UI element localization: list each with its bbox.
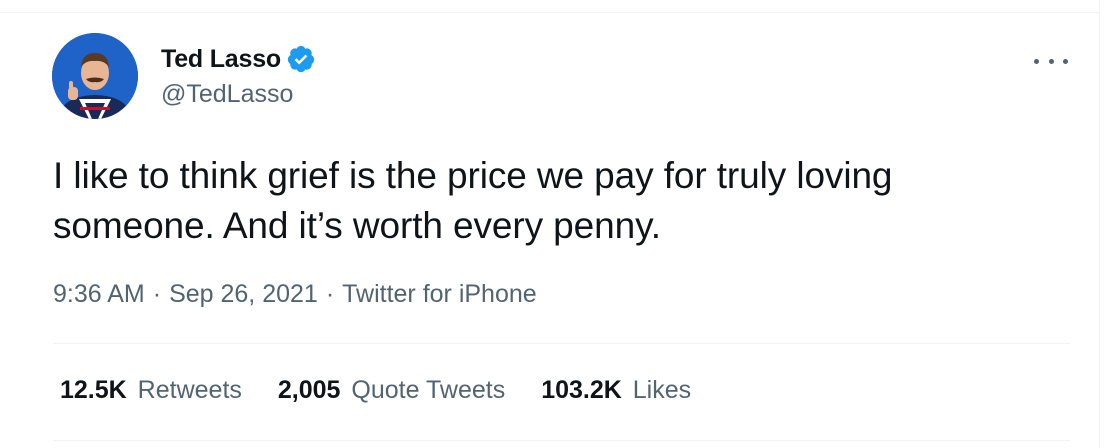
likes-count: 103.2K: [541, 376, 622, 404]
tweet-card: Ted Lasso @TedLasso I like to think grie…: [0, 0, 1118, 448]
more-dot: [1048, 58, 1054, 64]
tweet-meta: 9:36 AM · Sep 26, 2021 · Twitter for iPh…: [53, 280, 537, 309]
avatar-image: [52, 33, 138, 119]
top-divider: [0, 12, 1100, 13]
verified-badge-icon: [286, 44, 316, 74]
stats-top-divider: [53, 343, 1070, 344]
tweet-time[interactable]: 9:36 AM: [53, 280, 145, 309]
likes-label: Likes: [632, 376, 692, 404]
tweet-text: I like to think grief is the price we pa…: [53, 155, 893, 246]
stats-bottom-divider: [53, 440, 1070, 441]
profile-avatar[interactable]: [52, 33, 138, 119]
retweets-stat[interactable]: 12.5K Retweets: [60, 376, 242, 405]
more-dot: [1034, 58, 1039, 64]
meta-separator: ·: [325, 280, 335, 308]
author-name-row[interactable]: Ted Lasso: [161, 42, 316, 76]
tweet-stats: 12.5K Retweets 2,005 Quote Tweets 103.2K…: [60, 376, 727, 405]
right-border: [1099, 0, 1100, 448]
more-dot: [1063, 58, 1068, 64]
tweet-date[interactable]: Sep 26, 2021: [169, 280, 318, 309]
likes-stat[interactable]: 103.2K Likes: [541, 376, 691, 405]
retweets-label: Retweets: [137, 376, 242, 404]
meta-separator: ·: [152, 280, 162, 308]
author-handle[interactable]: @TedLasso: [161, 80, 293, 109]
author-display-name[interactable]: Ted Lasso: [161, 45, 281, 74]
tweet-source[interactable]: Twitter for iPhone: [342, 280, 537, 309]
more-options-icon[interactable]: [1034, 55, 1068, 67]
retweets-count: 12.5K: [60, 376, 127, 404]
quote-tweets-label: Quote Tweets: [351, 376, 506, 404]
quote-tweets-count: 2,005: [277, 376, 341, 404]
quote-tweets-stat[interactable]: 2,005 Quote Tweets: [278, 376, 505, 405]
